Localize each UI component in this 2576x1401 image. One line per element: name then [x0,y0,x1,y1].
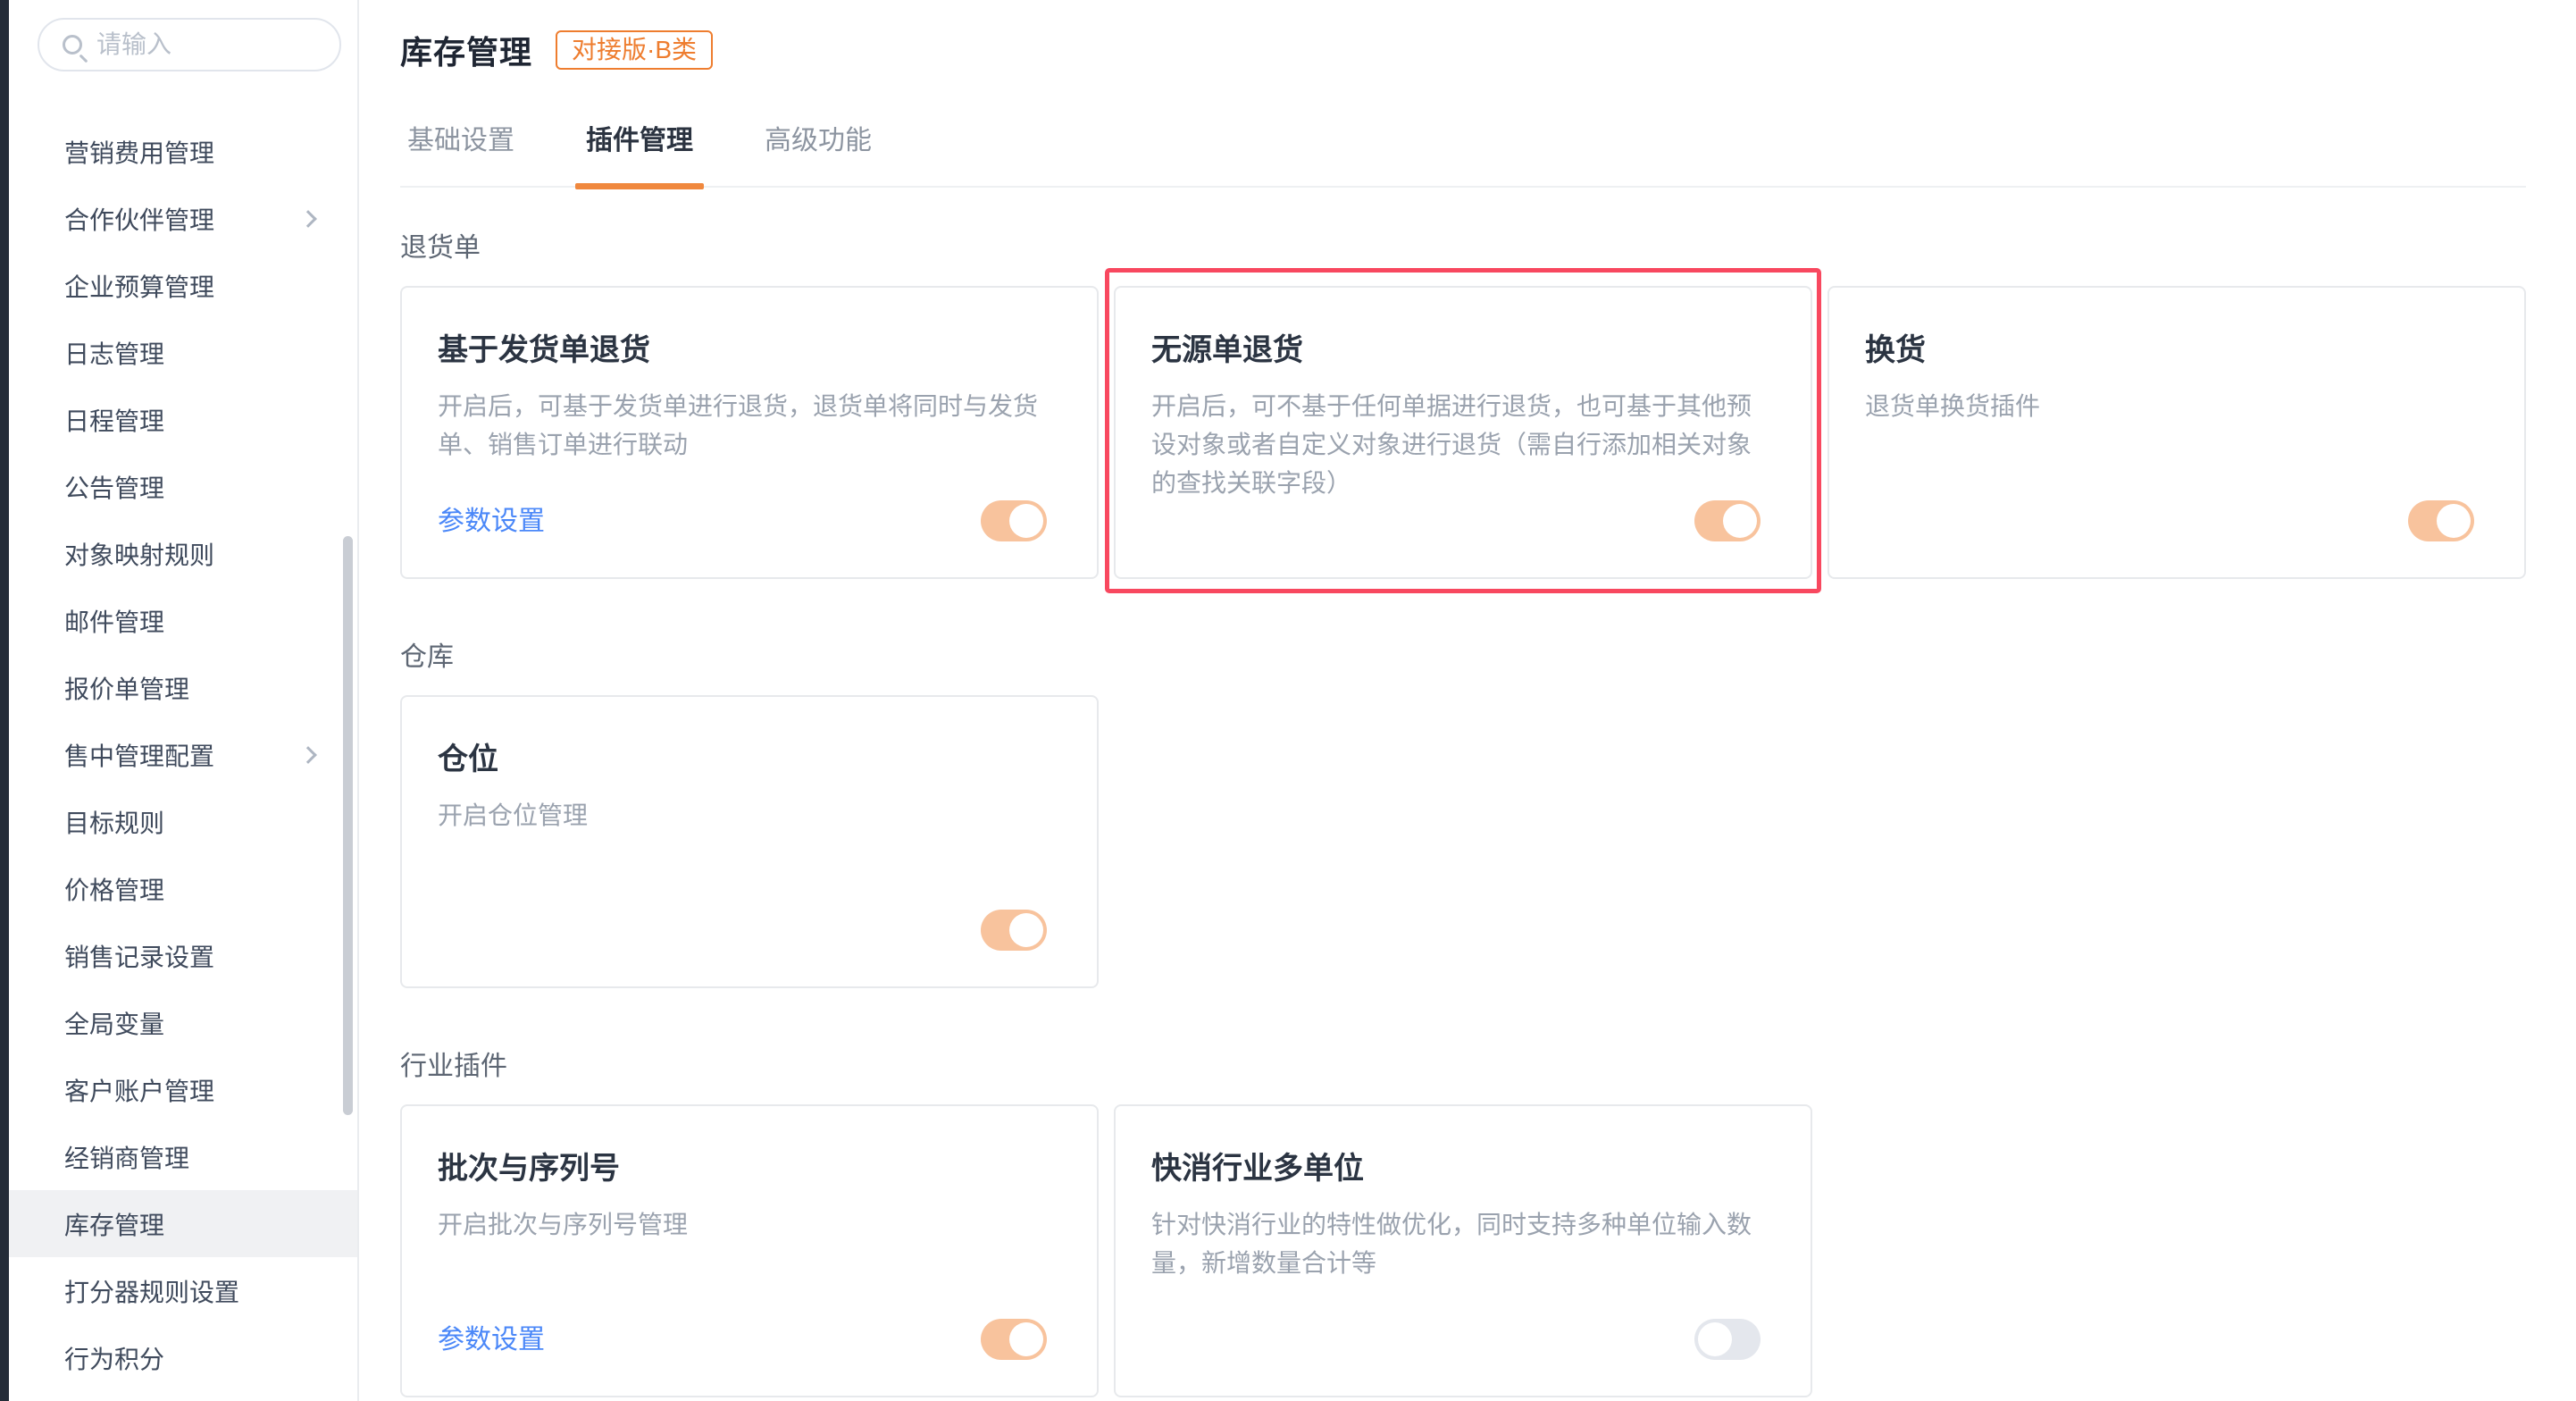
plugin-card-fmcg-multi-unit: 快消行业多单位 针对快消行业的特性做优化，同时支持多种单位输入数量，新增数量合计… [1114,1104,1812,1397]
card-title: 基于发货单退货 [438,325,1061,369]
sidebar-item-label: 价格管理 [64,871,164,907]
sidebar-scrollbar[interactable] [343,536,353,1115]
sidebar-item-schedule-mgmt[interactable]: 日程管理 [9,386,357,453]
sidebar-item-announcement-mgmt[interactable]: 公告管理 [9,453,357,520]
sidebar-item-quote-mgmt[interactable]: 报价单管理 [9,654,357,721]
plugin-card-batch-serial: 批次与序列号 开启批次与序列号管理 参数设置 [400,1104,1099,1397]
settings-link[interactable]: 参数设置 [438,1317,545,1356]
sidebar-search[interactable] [38,18,341,71]
plugin-card-sourceless-return: 无源单退货 开启后，可不基于任何单据进行退货，也可基于其他预设对象或者自定义对象… [1114,286,1812,579]
sidebar-item-label: 公告管理 [64,469,164,505]
sidebar-item-global-variables[interactable]: 全局变量 [9,989,357,1056]
card-description: 退货单换货插件 [1865,387,2488,425]
sidebar-item-customer-account-mgmt[interactable]: 客户账户管理 [9,1056,357,1123]
sidebar-item-partner-mgmt[interactable]: 合作伙伴管理 [9,185,357,252]
chevron-right-icon [299,210,317,228]
chevron-right-icon [299,746,317,764]
sidebar-item-label: 日程管理 [64,402,164,438]
card-wrap: 批次与序列号 开启批次与序列号管理 参数设置 [400,1104,1099,1397]
toggle-switch[interactable] [981,910,1047,951]
sidebar-item-label: 报价单管理 [64,670,189,706]
sidebar-item-label: 合作伙伴管理 [64,201,214,237]
search-input[interactable] [96,30,311,59]
sidebar-item-label: 邮件管理 [64,603,164,639]
toggle-switch[interactable] [1694,500,1761,541]
tab-label: 基础设置 [407,126,514,155]
sidebar-item-sales-record-settings[interactable]: 销售记录设置 [9,922,357,989]
card-row: 批次与序列号 开启批次与序列号管理 参数设置 快消行业多单位 针对快消行业的特性… [400,1104,2526,1397]
card-wrap: 基于发货单退货 开启后，可基于发货单进行退货，退货单将同时与发货单、销售订单进行… [400,286,1099,579]
card-row: 基于发货单退货 开启后，可基于发货单进行退货，退货单将同时与发货单、销售订单进行… [400,286,2526,579]
sidebar-item-target-rules[interactable]: 目标规则 [9,788,357,855]
card-title: 快消行业多单位 [1151,1144,1775,1187]
settings-sidebar: 营销费用管理 合作伙伴管理 企业预算管理 日志管理 日程管理 公告管理 对象映射… [9,0,359,1401]
sidebar-item-in-sale-config[interactable]: 售中管理配置 [9,721,357,788]
plugin-card-exchange: 换货 退货单换货插件 [1827,286,2526,579]
sidebar-item-enterprise-budget[interactable]: 企业预算管理 [9,252,357,319]
plugin-card-bin-location: 仓位 开启仓位管理 [400,695,1099,988]
card-description: 针对快消行业的特性做优化，同时支持多种单位输入数量，新增数量合计等 [1151,1205,1775,1282]
sidebar-item-label: 客户账户管理 [64,1072,214,1108]
settings-link[interactable]: 参数设置 [438,499,545,538]
dark-edge-rail [0,0,9,1401]
page-title: 库存管理 [400,27,532,73]
tab-advanced-features[interactable]: 高级功能 [757,118,879,186]
sidebar-item-label: 日志管理 [64,335,164,371]
sidebar-item-label: 企业预算管理 [64,268,214,304]
section-title-industry-plugins: 行业插件 [400,1044,2526,1083]
toggle-switch[interactable] [981,1319,1047,1360]
tab-bar: 基础设置 插件管理 高级功能 [400,118,2526,188]
page-header: 库存管理 对接版·B类 [400,25,2526,75]
sidebar-menu: 营销费用管理 合作伙伴管理 企业预算管理 日志管理 日程管理 公告管理 对象映射… [9,118,357,1391]
sidebar-item-label: 售中管理配置 [64,737,214,773]
sidebar-item-marketing-expense[interactable]: 营销费用管理 [9,118,357,185]
sidebar-item-label: 销售记录设置 [64,938,214,974]
plugin-card-return-by-delivery: 基于发货单退货 开启后，可基于发货单进行退货，退货单将同时与发货单、销售订单进行… [400,286,1099,579]
sidebar-item-label: 对象映射规则 [64,536,214,572]
sidebar-item-object-mapping-rules[interactable]: 对象映射规则 [9,520,357,587]
card-wrap: 仓位 开启仓位管理 [400,695,1099,988]
main-content: 库存管理 对接版·B类 基础设置 插件管理 高级功能 退货单 基于发货单退货 开… [359,0,2576,1401]
card-description: 开启仓位管理 [438,796,1061,835]
tab-label: 插件管理 [586,126,693,155]
version-badge: 对接版·B类 [556,30,713,70]
sidebar-item-price-mgmt[interactable]: 价格管理 [9,855,357,922]
card-description: 开启批次与序列号管理 [438,1205,1061,1244]
toggle-switch[interactable] [2408,500,2474,541]
section-title-return-order: 退货单 [400,225,2526,264]
card-title: 仓位 [438,734,1061,778]
tab-label: 高级功能 [765,126,872,155]
toggle-switch[interactable] [1694,1319,1761,1360]
card-title: 批次与序列号 [438,1144,1061,1187]
tab-plugin-mgmt[interactable]: 插件管理 [579,118,700,186]
sidebar-item-behavior-points[interactable]: 行为积分 [9,1324,357,1391]
card-row: 仓位 开启仓位管理 [400,695,2526,988]
tab-basic-settings[interactable]: 基础设置 [400,118,522,186]
sidebar-item-label: 打分器规则设置 [64,1273,239,1309]
card-wrap: 换货 退货单换货插件 [1827,286,2526,579]
sidebar-item-label: 行为积分 [64,1340,164,1376]
sidebar-item-label: 库存管理 [64,1206,164,1242]
card-wrap: 快消行业多单位 针对快消行业的特性做优化，同时支持多种单位输入数量，新增数量合计… [1114,1104,1812,1397]
search-icon [63,35,82,55]
sidebar-item-inventory-mgmt[interactable]: 库存管理 [9,1190,357,1257]
sidebar-item-label: 全局变量 [64,1005,164,1041]
sidebar-item-label: 目标规则 [64,804,164,840]
sidebar-item-label: 营销费用管理 [64,134,214,170]
card-description: 开启后，可不基于任何单据进行退货，也可基于其他预设对象或者自定义对象进行退货（需… [1151,387,1775,502]
card-title: 换货 [1865,325,2488,369]
card-title: 无源单退货 [1151,325,1775,369]
sidebar-item-scorer-rule-settings[interactable]: 打分器规则设置 [9,1257,357,1324]
sidebar-item-log-mgmt[interactable]: 日志管理 [9,319,357,386]
sidebar-item-label: 经销商管理 [64,1139,189,1175]
card-wrap-highlighted: 无源单退货 开启后，可不基于任何单据进行退货，也可基于其他预设对象或者自定义对象… [1114,286,1812,579]
sidebar-item-distributor-mgmt[interactable]: 经销商管理 [9,1123,357,1190]
app-window: 营销费用管理 合作伙伴管理 企业预算管理 日志管理 日程管理 公告管理 对象映射… [0,0,2576,1401]
sidebar-item-mail-mgmt[interactable]: 邮件管理 [9,587,357,654]
toggle-switch[interactable] [981,500,1047,541]
section-title-warehouse: 仓库 [400,634,2526,674]
card-description: 开启后，可基于发货单进行退货，退货单将同时与发货单、销售订单进行联动 [438,387,1061,464]
